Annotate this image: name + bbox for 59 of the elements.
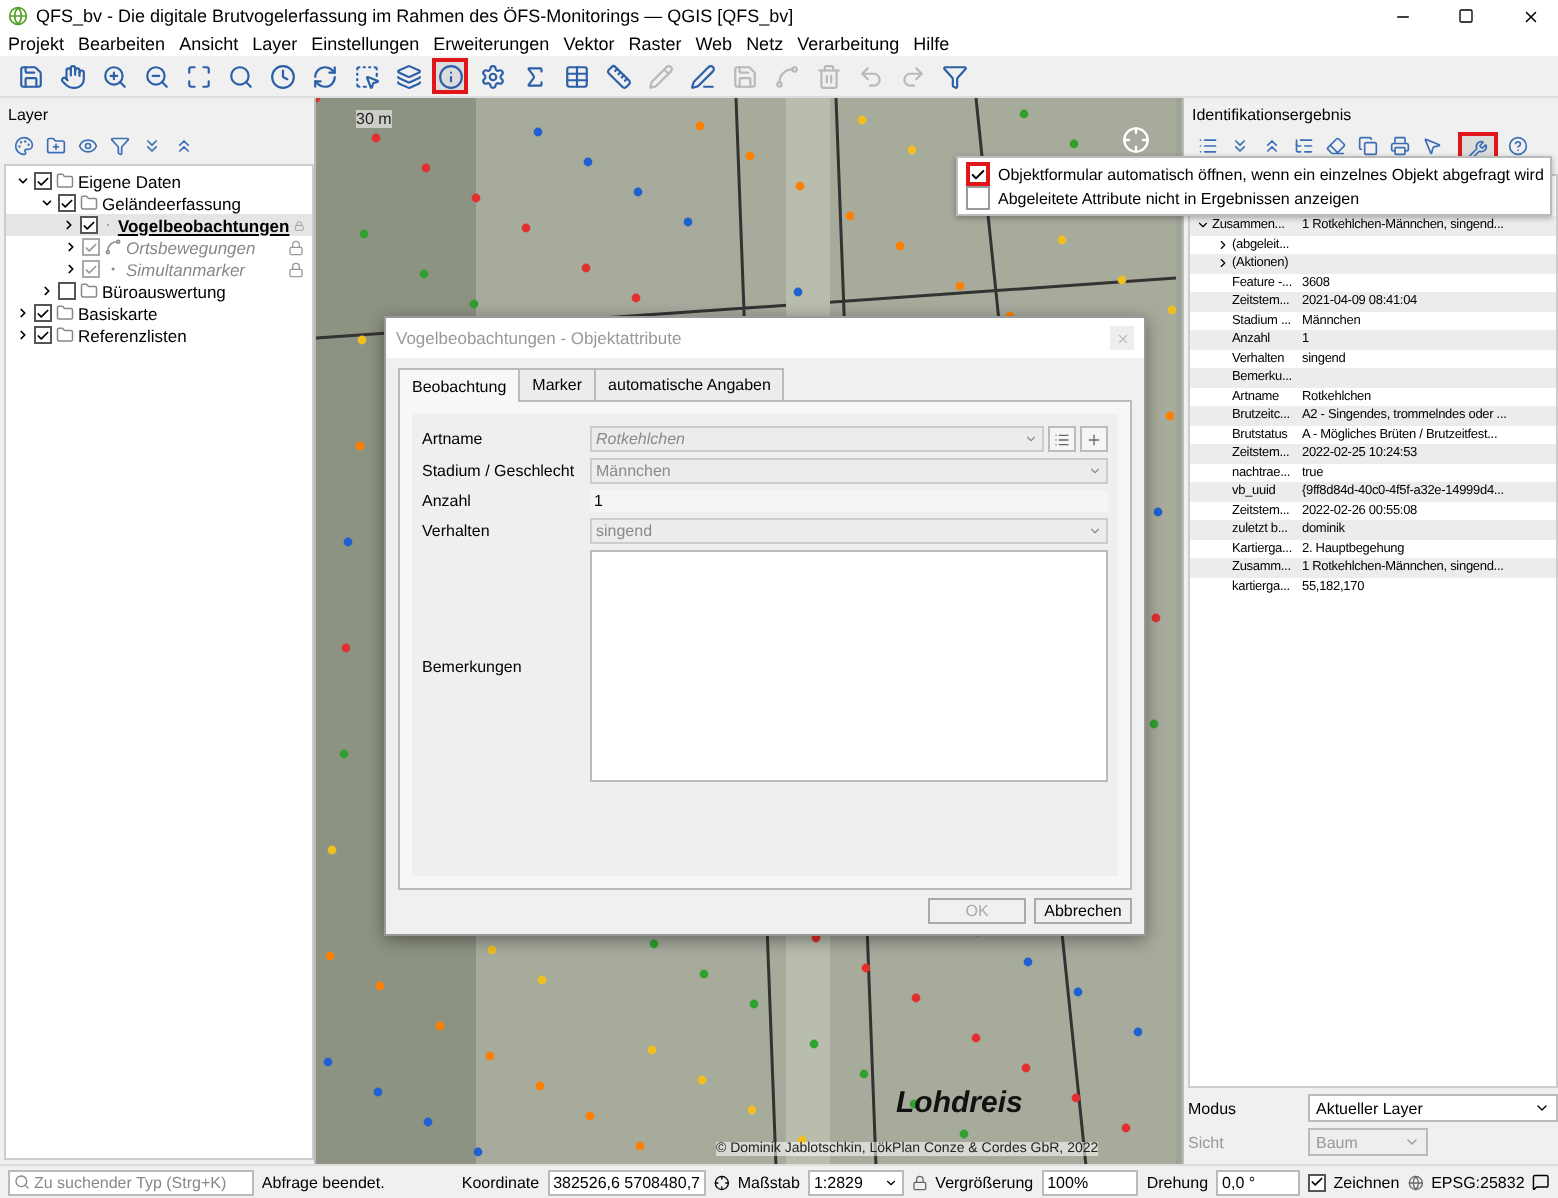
view-label: Sicht [1188, 1133, 1226, 1151]
coordinate-field[interactable]: 382526,6 5708480,7 [547, 1169, 706, 1195]
locator-search-field[interactable]: Zu suchender Typ (Strg+K) [8, 1169, 254, 1195]
scale-bar-label: 30 m [356, 110, 392, 128]
menu-item[interactable]: Erweiterungen [433, 34, 550, 54]
dialog-title: Vogelbeobachtungen - Objektattribute [396, 328, 682, 348]
menu-option[interactable]: Abgeleitete Attribute nicht in Ergebnissen anzeigen [958, 186, 1550, 210]
menu-item[interactable]: Hilfe [913, 34, 950, 54]
layer-row[interactable]: Büroauswertung [6, 280, 312, 302]
coordinate-label: Koordinate [461, 1173, 540, 1191]
panel-title: Layer [6, 104, 51, 128]
menu-item[interactable]: Web [695, 34, 733, 54]
field-label: Anzahl [422, 492, 473, 510]
menu-item[interactable]: Verarbeitung [797, 34, 900, 54]
layer-name: Vogelbeobachtungen [117, 215, 290, 235]
layer-name: Basiskarte [78, 303, 160, 323]
scale-field[interactable]: 1:2829 [807, 1169, 904, 1195]
menu-item[interactable]: Einstellungen [311, 34, 420, 54]
magnifier-label: Vergrößerung [935, 1173, 1034, 1191]
layer-row[interactable]: Eigene Daten [6, 170, 312, 192]
field-label: Bemerkungen [422, 657, 524, 675]
input-field[interactable]: 1 [590, 490, 1108, 512]
status-message: Abfrage beendet. [261, 1173, 387, 1191]
layer-name: Büroauswertung [102, 281, 228, 301]
layer-name: Eigene Daten [78, 171, 184, 191]
panel-title: Identifikationsergebnis [1190, 104, 1354, 128]
form-tab[interactable]: Beobachtung [398, 368, 521, 402]
layer-name: Ortsbewegungen [126, 237, 258, 257]
mode-dropdown[interactable]: Aktueller Layer [1308, 1094, 1558, 1122]
menu-item[interactable]: Vektor [563, 34, 615, 54]
menu-item[interactable]: Projekt [8, 34, 65, 54]
dialog-button[interactable]: Abbrechen [1034, 898, 1132, 924]
menu-item[interactable]: Layer [252, 34, 298, 54]
form-tab[interactable]: automatische Angaben [594, 368, 785, 402]
menu-item[interactable]: Raster [628, 34, 682, 54]
layer-name: Referenzlisten [78, 325, 189, 345]
menu-item[interactable]: Bearbeiten [78, 34, 166, 54]
layer-row[interactable]: Vogelbeobachtungen [6, 214, 312, 236]
menu-item[interactable]: Ansicht [179, 34, 239, 54]
magnifier-field[interactable]: 100% [1041, 1169, 1139, 1195]
crs-button[interactable]: EPSG:25832 [1431, 1173, 1525, 1191]
layer-name: Simultanmarker [126, 259, 248, 279]
rotation-field[interactable]: 0,0 ° [1216, 1169, 1300, 1195]
menu-item[interactable]: Netz [746, 34, 784, 54]
scale-label: Maßstab [737, 1173, 800, 1191]
field-label: Artname [422, 430, 485, 448]
mode-label: Modus [1188, 1099, 1239, 1117]
layer-row[interactable]: Referenzlisten [6, 324, 312, 346]
field-label: Stadium / Geschlecht [422, 462, 577, 480]
layer-row[interactable]: Geländeerfassung [6, 192, 312, 214]
render-label: Zeichnen [1333, 1173, 1400, 1191]
menu-option[interactable]: Objektformular automatisch öffnen, wenn ein einzelnes Objekt abgefragt wird [958, 162, 1550, 186]
window-title: QFS_bv - Die digitale Brutvogelerfassung im Rahmen des ÖFS-Monitorings — QGIS [QFS_bv] [36, 6, 796, 26]
place-name: Lohdreis [896, 1086, 1023, 1120]
layer-row[interactable]: Basiskarte [6, 302, 312, 324]
form-tab[interactable]: Marker [518, 368, 597, 402]
field-label: Verhalten [422, 522, 492, 540]
layer-name: Geländeerfassung [102, 193, 243, 213]
rotation-label: Drehung [1146, 1173, 1209, 1191]
